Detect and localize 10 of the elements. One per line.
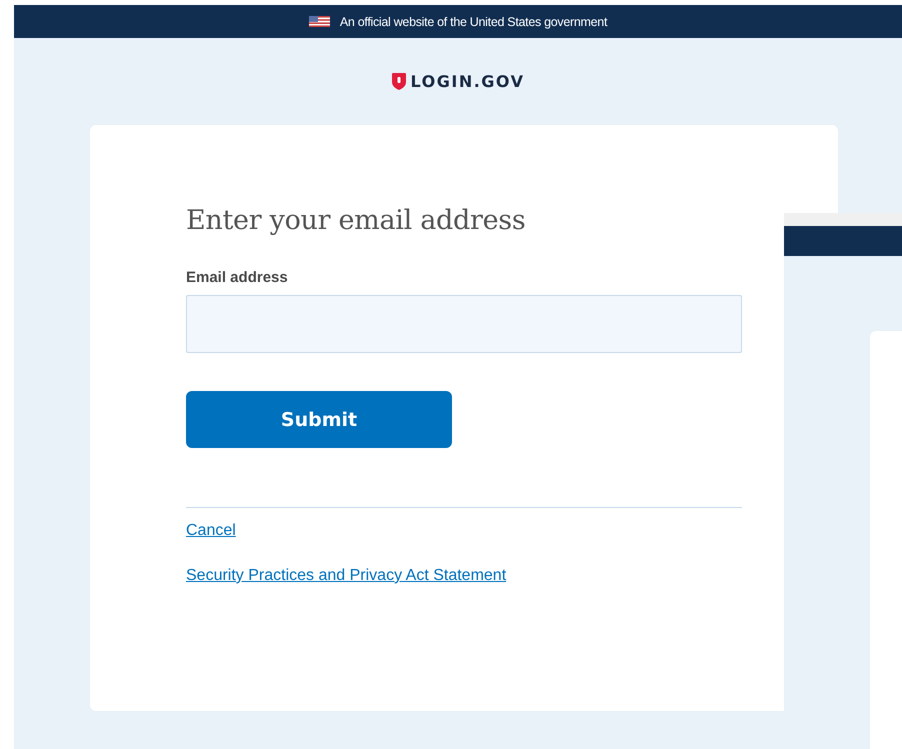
cancel-link[interactable]: Cancel xyxy=(186,522,236,540)
banner-text: An official website of the United States government xyxy=(340,14,608,28)
email-field[interactable] xyxy=(186,295,742,353)
field-label: Email address xyxy=(186,269,289,286)
privacy-link[interactable]: Security Practices and Privacy Act Statement xyxy=(186,567,506,585)
logo-text: LOGIN.GOV xyxy=(410,72,524,90)
flag-icon xyxy=(308,16,330,27)
shield-icon xyxy=(392,72,406,90)
form-heading: Enter your email address xyxy=(186,204,526,238)
submit-button[interactable]: Submit xyxy=(186,391,452,448)
